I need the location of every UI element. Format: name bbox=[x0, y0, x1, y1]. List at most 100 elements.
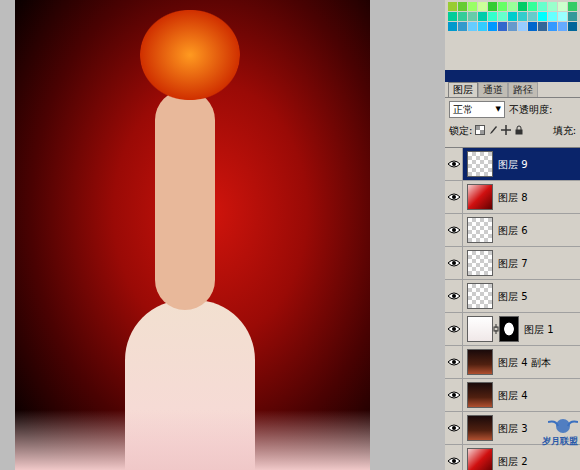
lock-brush-icon bbox=[488, 125, 498, 135]
color-swatch[interactable] bbox=[528, 22, 537, 31]
color-swatch[interactable] bbox=[548, 2, 557, 11]
visibility-toggle[interactable] bbox=[445, 247, 463, 279]
color-swatch[interactable] bbox=[488, 22, 497, 31]
layer-name[interactable]: 图层 4 副本 bbox=[498, 355, 551, 370]
layer-name[interactable]: 图层 9 bbox=[498, 157, 528, 172]
color-swatch[interactable] bbox=[508, 2, 517, 11]
color-swatch[interactable] bbox=[478, 2, 487, 11]
color-swatch[interactable] bbox=[568, 12, 577, 21]
color-swatch[interactable] bbox=[548, 22, 557, 31]
dropdown-arrow-icon: ▼ bbox=[496, 104, 501, 115]
layer-name[interactable]: 图层 6 bbox=[498, 223, 528, 238]
visibility-toggle[interactable] bbox=[445, 346, 463, 378]
color-swatch[interactable] bbox=[458, 12, 467, 21]
layer-row[interactable]: 图层 8 bbox=[445, 181, 580, 214]
eye-icon bbox=[448, 193, 460, 201]
spacer bbox=[445, 140, 580, 148]
layer-row[interactable]: 图层 4 副本 bbox=[445, 346, 580, 379]
color-swatch[interactable] bbox=[568, 22, 577, 31]
eye-icon bbox=[448, 391, 460, 399]
color-swatch[interactable] bbox=[558, 2, 567, 11]
layer-row[interactable]: 图层 2 bbox=[445, 445, 580, 470]
eye-icon bbox=[448, 226, 460, 234]
layer-mask-thumbnail bbox=[499, 316, 519, 342]
color-swatch[interactable] bbox=[558, 22, 567, 31]
color-swatch[interactable] bbox=[568, 2, 577, 11]
color-swatch[interactable] bbox=[538, 2, 547, 11]
color-swatch[interactable] bbox=[488, 2, 497, 11]
panel-tab[interactable]: 通道 bbox=[478, 82, 508, 97]
visibility-toggle[interactable] bbox=[445, 379, 463, 411]
layer-name[interactable]: 图层 1 bbox=[524, 322, 554, 337]
workspace bbox=[0, 0, 445, 470]
layer-name[interactable]: 图层 4 bbox=[498, 388, 528, 403]
color-swatch[interactable] bbox=[498, 22, 507, 31]
swatches-panel bbox=[445, 0, 580, 58]
layer-row[interactable]: 图层 5 bbox=[445, 280, 580, 313]
layer-row[interactable]: 图层 7 bbox=[445, 247, 580, 280]
color-swatch[interactable] bbox=[468, 2, 477, 11]
layers-panel: 图层通道路径正常 ▼ 不透明度: 锁定:填充: 图层 9 图层 8 图层 6 图层 7 图层 5… bbox=[445, 0, 580, 470]
color-swatch[interactable] bbox=[538, 22, 547, 31]
color-swatch[interactable] bbox=[508, 22, 517, 31]
color-swatch[interactable] bbox=[468, 22, 477, 31]
layer-thumbnail bbox=[467, 316, 493, 342]
color-swatch[interactable] bbox=[508, 12, 517, 21]
layer-thumbnail bbox=[467, 283, 493, 309]
layer-name[interactable]: 图层 2 bbox=[498, 454, 528, 469]
color-swatch[interactable] bbox=[518, 2, 527, 11]
canvas-photo[interactable] bbox=[15, 0, 370, 470]
color-swatch[interactable] bbox=[478, 12, 487, 21]
visibility-toggle[interactable] bbox=[445, 181, 463, 213]
color-swatch[interactable] bbox=[478, 22, 487, 31]
color-swatch[interactable] bbox=[528, 12, 537, 21]
layer-thumbnail bbox=[467, 349, 493, 375]
layer-row[interactable]: 图层 9 bbox=[445, 148, 580, 181]
eye-icon bbox=[448, 358, 460, 366]
panel-tab[interactable]: 图层 bbox=[448, 82, 478, 97]
color-swatch[interactable] bbox=[468, 12, 477, 21]
color-swatch[interactable] bbox=[448, 22, 457, 31]
blend-mode-dropdown[interactable]: 正常 ▼ bbox=[449, 101, 505, 118]
panel-tab[interactable]: 路径 bbox=[508, 82, 538, 97]
visibility-toggle[interactable] bbox=[445, 445, 463, 470]
color-swatch[interactable] bbox=[548, 12, 557, 21]
eye-icon bbox=[448, 424, 460, 432]
color-swatch[interactable] bbox=[538, 12, 547, 21]
color-swatch[interactable] bbox=[498, 12, 507, 21]
layer-thumbnail bbox=[467, 217, 493, 243]
layer-thumbnail bbox=[467, 184, 493, 210]
layer-row[interactable]: 图层 4 bbox=[445, 379, 580, 412]
layer-thumbnail bbox=[467, 151, 493, 177]
panel-tabs: 图层通道路径 bbox=[445, 82, 580, 98]
visibility-toggle[interactable] bbox=[445, 280, 463, 312]
lock-all-icon bbox=[514, 125, 524, 135]
layer-name[interactable]: 图层 8 bbox=[498, 190, 528, 205]
color-swatch[interactable] bbox=[448, 12, 457, 21]
layer-name[interactable]: 图层 7 bbox=[498, 256, 528, 271]
color-swatch[interactable] bbox=[518, 12, 527, 21]
color-swatch[interactable] bbox=[458, 2, 467, 11]
opacity-label: 不透明度: bbox=[509, 102, 552, 117]
site-logo-icon bbox=[548, 418, 578, 434]
layer-thumbnail bbox=[467, 448, 493, 470]
color-swatch[interactable] bbox=[448, 2, 457, 11]
visibility-toggle[interactable] bbox=[445, 148, 463, 180]
visibility-toggle[interactable] bbox=[445, 214, 463, 246]
layer-name[interactable]: 图层 3 bbox=[498, 421, 528, 436]
color-swatch[interactable] bbox=[488, 12, 497, 21]
blend-mode-value: 正常 bbox=[453, 102, 473, 117]
spacer bbox=[445, 58, 580, 70]
color-swatch[interactable] bbox=[498, 2, 507, 11]
lock-row: 锁定:填充: bbox=[445, 120, 580, 140]
layer-name[interactable]: 图层 5 bbox=[498, 289, 528, 304]
visibility-toggle[interactable] bbox=[445, 412, 463, 444]
color-swatch[interactable] bbox=[528, 2, 537, 11]
visibility-toggle[interactable] bbox=[445, 313, 463, 345]
layer-row[interactable]: 图层 1 bbox=[445, 313, 580, 346]
color-swatch[interactable] bbox=[518, 22, 527, 31]
color-swatch[interactable] bbox=[458, 22, 467, 31]
layer-row[interactable]: 图层 6 bbox=[445, 214, 580, 247]
eye-icon bbox=[448, 160, 460, 168]
color-swatch[interactable] bbox=[558, 12, 567, 21]
